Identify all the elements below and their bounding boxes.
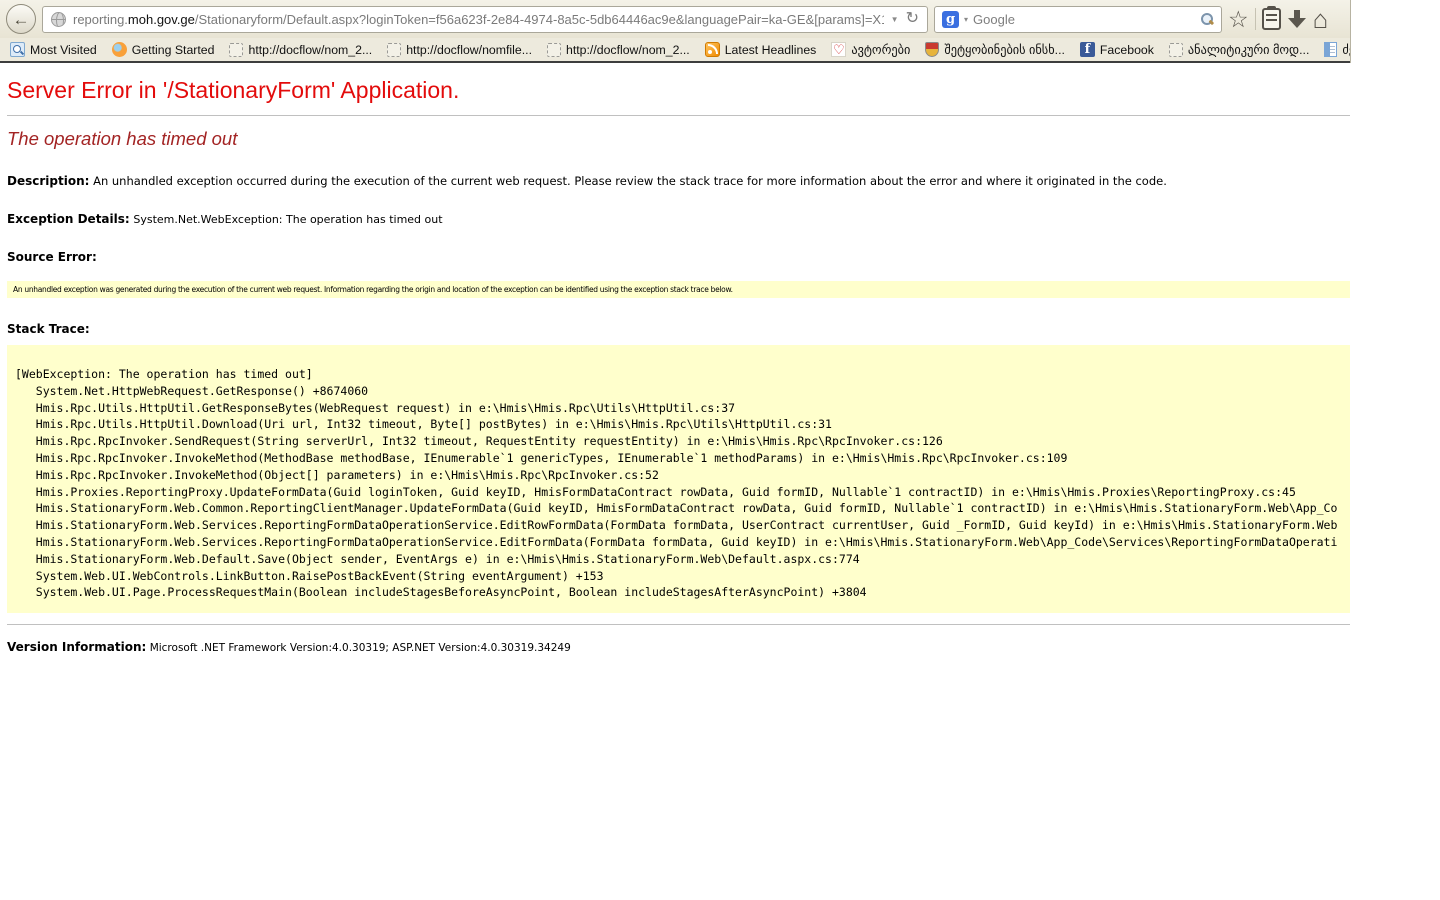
version-info-label: Version Information: — [7, 640, 146, 654]
default-favicon-icon — [547, 43, 561, 57]
back-arrow-icon: ← — [13, 11, 30, 28]
document-icon — [1324, 42, 1337, 57]
bookmark-authors[interactable]: ♡ ავტორები — [831, 42, 910, 57]
bookmark-label: Most Visited — [30, 43, 97, 57]
exception-details-label: Exception Details: — [7, 212, 130, 226]
bookmarks-toolbar: Most Visited Getting Started http://docf… — [0, 38, 1350, 63]
error-message: The operation has timed out — [7, 128, 1350, 150]
facebook-icon: f — [1080, 42, 1095, 57]
downloads-icon[interactable] — [1287, 9, 1307, 29]
home-icon[interactable]: ⌂ — [1313, 6, 1329, 32]
stack-trace-box: [WebException: The operation has timed o… — [7, 345, 1350, 613]
site-globe-icon — [51, 12, 66, 27]
description-label: Description: — [7, 174, 89, 188]
search-engine-dropdown-icon[interactable]: ▾ — [964, 15, 968, 24]
crest-icon — [925, 42, 939, 57]
firefox-icon — [112, 42, 127, 57]
bookmark-label: http://docflow/nom_2... — [248, 43, 372, 57]
toolbar-separator — [1255, 8, 1256, 30]
reload-icon[interactable]: ↻ — [906, 11, 919, 27]
google-engine-icon[interactable]: g — [942, 11, 959, 28]
bookmark-star-icon[interactable]: ☆ — [1228, 8, 1249, 31]
description-row: Description: An unhandled exception occu… — [7, 174, 1350, 188]
page-title: Server Error in '/StationaryForm' Applic… — [7, 77, 1350, 104]
default-favicon-icon — [1169, 43, 1183, 57]
url-bar[interactable]: reporting.moh.gov.ge/Stationaryform/Defa… — [42, 6, 928, 33]
bookmark-label: http://docflow/nomfile... — [406, 43, 532, 57]
navigation-toolbar: ← reporting.moh.gov.ge/Stationaryform/De… — [0, 0, 1350, 38]
bookmark-docflow-nomfile[interactable]: http://docflow/nomfile... — [387, 43, 532, 57]
search-icon[interactable] — [1200, 12, 1214, 26]
divider — [7, 624, 1350, 625]
bookmark-label: Facebook — [1100, 43, 1154, 57]
bookmark-label: ძებნა პირადი ნომრ... — [1342, 43, 1350, 57]
bookmark-analytics-module[interactable]: ანალიტიკური მოდ... — [1169, 43, 1309, 57]
url-text[interactable]: reporting.moh.gov.ge/Stationaryform/Defa… — [73, 12, 884, 27]
bookmark-label: ავტორები — [851, 43, 910, 57]
bookmark-label: ანალიტიკური მოდ... — [1188, 43, 1309, 57]
stack-trace-row: Stack Trace: — [7, 322, 1350, 336]
url-dropdown-icon[interactable]: ▼ — [891, 15, 899, 24]
back-button[interactable]: ← — [6, 4, 36, 34]
url-subdomain: reporting. — [73, 12, 128, 27]
browser-window: ← reporting.moh.gov.ge/Stationaryform/De… — [0, 0, 1351, 63]
exception-details-row: Exception Details: System.Net.WebExcepti… — [7, 212, 1350, 226]
source-error-label: Source Error: — [7, 250, 97, 264]
bookmark-personal-number-search[interactable]: ძებნა პირადი ნომრ... — [1324, 42, 1350, 57]
bookmark-label: შეტყობინების ინსხ... — [944, 43, 1065, 57]
bookmark-label: http://docflow/nom_2... — [566, 43, 690, 57]
stack-trace-text: [WebException: The operation has timed o… — [15, 366, 1342, 601]
most-visited-icon — [10, 42, 25, 57]
bookmark-getting-started[interactable]: Getting Started — [112, 42, 215, 57]
source-error-row: Source Error: — [7, 250, 1350, 264]
search-input[interactable]: Google — [973, 12, 1195, 27]
bookmark-most-visited[interactable]: Most Visited — [10, 42, 97, 57]
rss-icon — [705, 42, 720, 57]
exception-details-text: System.Net.WebException: The operation h… — [133, 213, 442, 226]
description-text: An unhandled exception occurred during t… — [93, 174, 1167, 188]
source-error-note: An unhandled exception was generated dur… — [7, 281, 1350, 298]
version-info-text: Microsoft .NET Framework Version:4.0.303… — [150, 642, 571, 654]
aspnet-error-page: Server Error in '/StationaryForm' Applic… — [7, 77, 1350, 654]
bookmark-docflow-nom2[interactable]: http://docflow/nom_2... — [229, 43, 372, 57]
bookmark-notifications[interactable]: შეტყობინების ინსხ... — [925, 42, 1065, 57]
url-path: /Stationaryform/Default.aspx?loginToken=… — [195, 12, 884, 27]
bookmark-label: Latest Headlines — [725, 43, 817, 57]
default-favicon-icon — [229, 43, 243, 57]
url-domain: moh.gov.ge — [128, 12, 195, 27]
heart-icon: ♡ — [831, 42, 846, 57]
bookmark-docflow-nom2b[interactable]: http://docflow/nom_2... — [547, 43, 690, 57]
bookmarks-menu-icon[interactable] — [1262, 8, 1281, 30]
default-favicon-icon — [387, 43, 401, 57]
stack-trace-label: Stack Trace: — [7, 322, 90, 336]
search-bar[interactable]: g ▾ Google — [934, 6, 1222, 33]
bookmark-label: Getting Started — [132, 43, 215, 57]
bookmark-facebook[interactable]: f Facebook — [1080, 42, 1154, 57]
divider — [7, 115, 1350, 116]
version-info-row: Version Information: Microsoft .NET Fram… — [7, 640, 1350, 654]
bookmark-latest-headlines[interactable]: Latest Headlines — [705, 42, 817, 57]
